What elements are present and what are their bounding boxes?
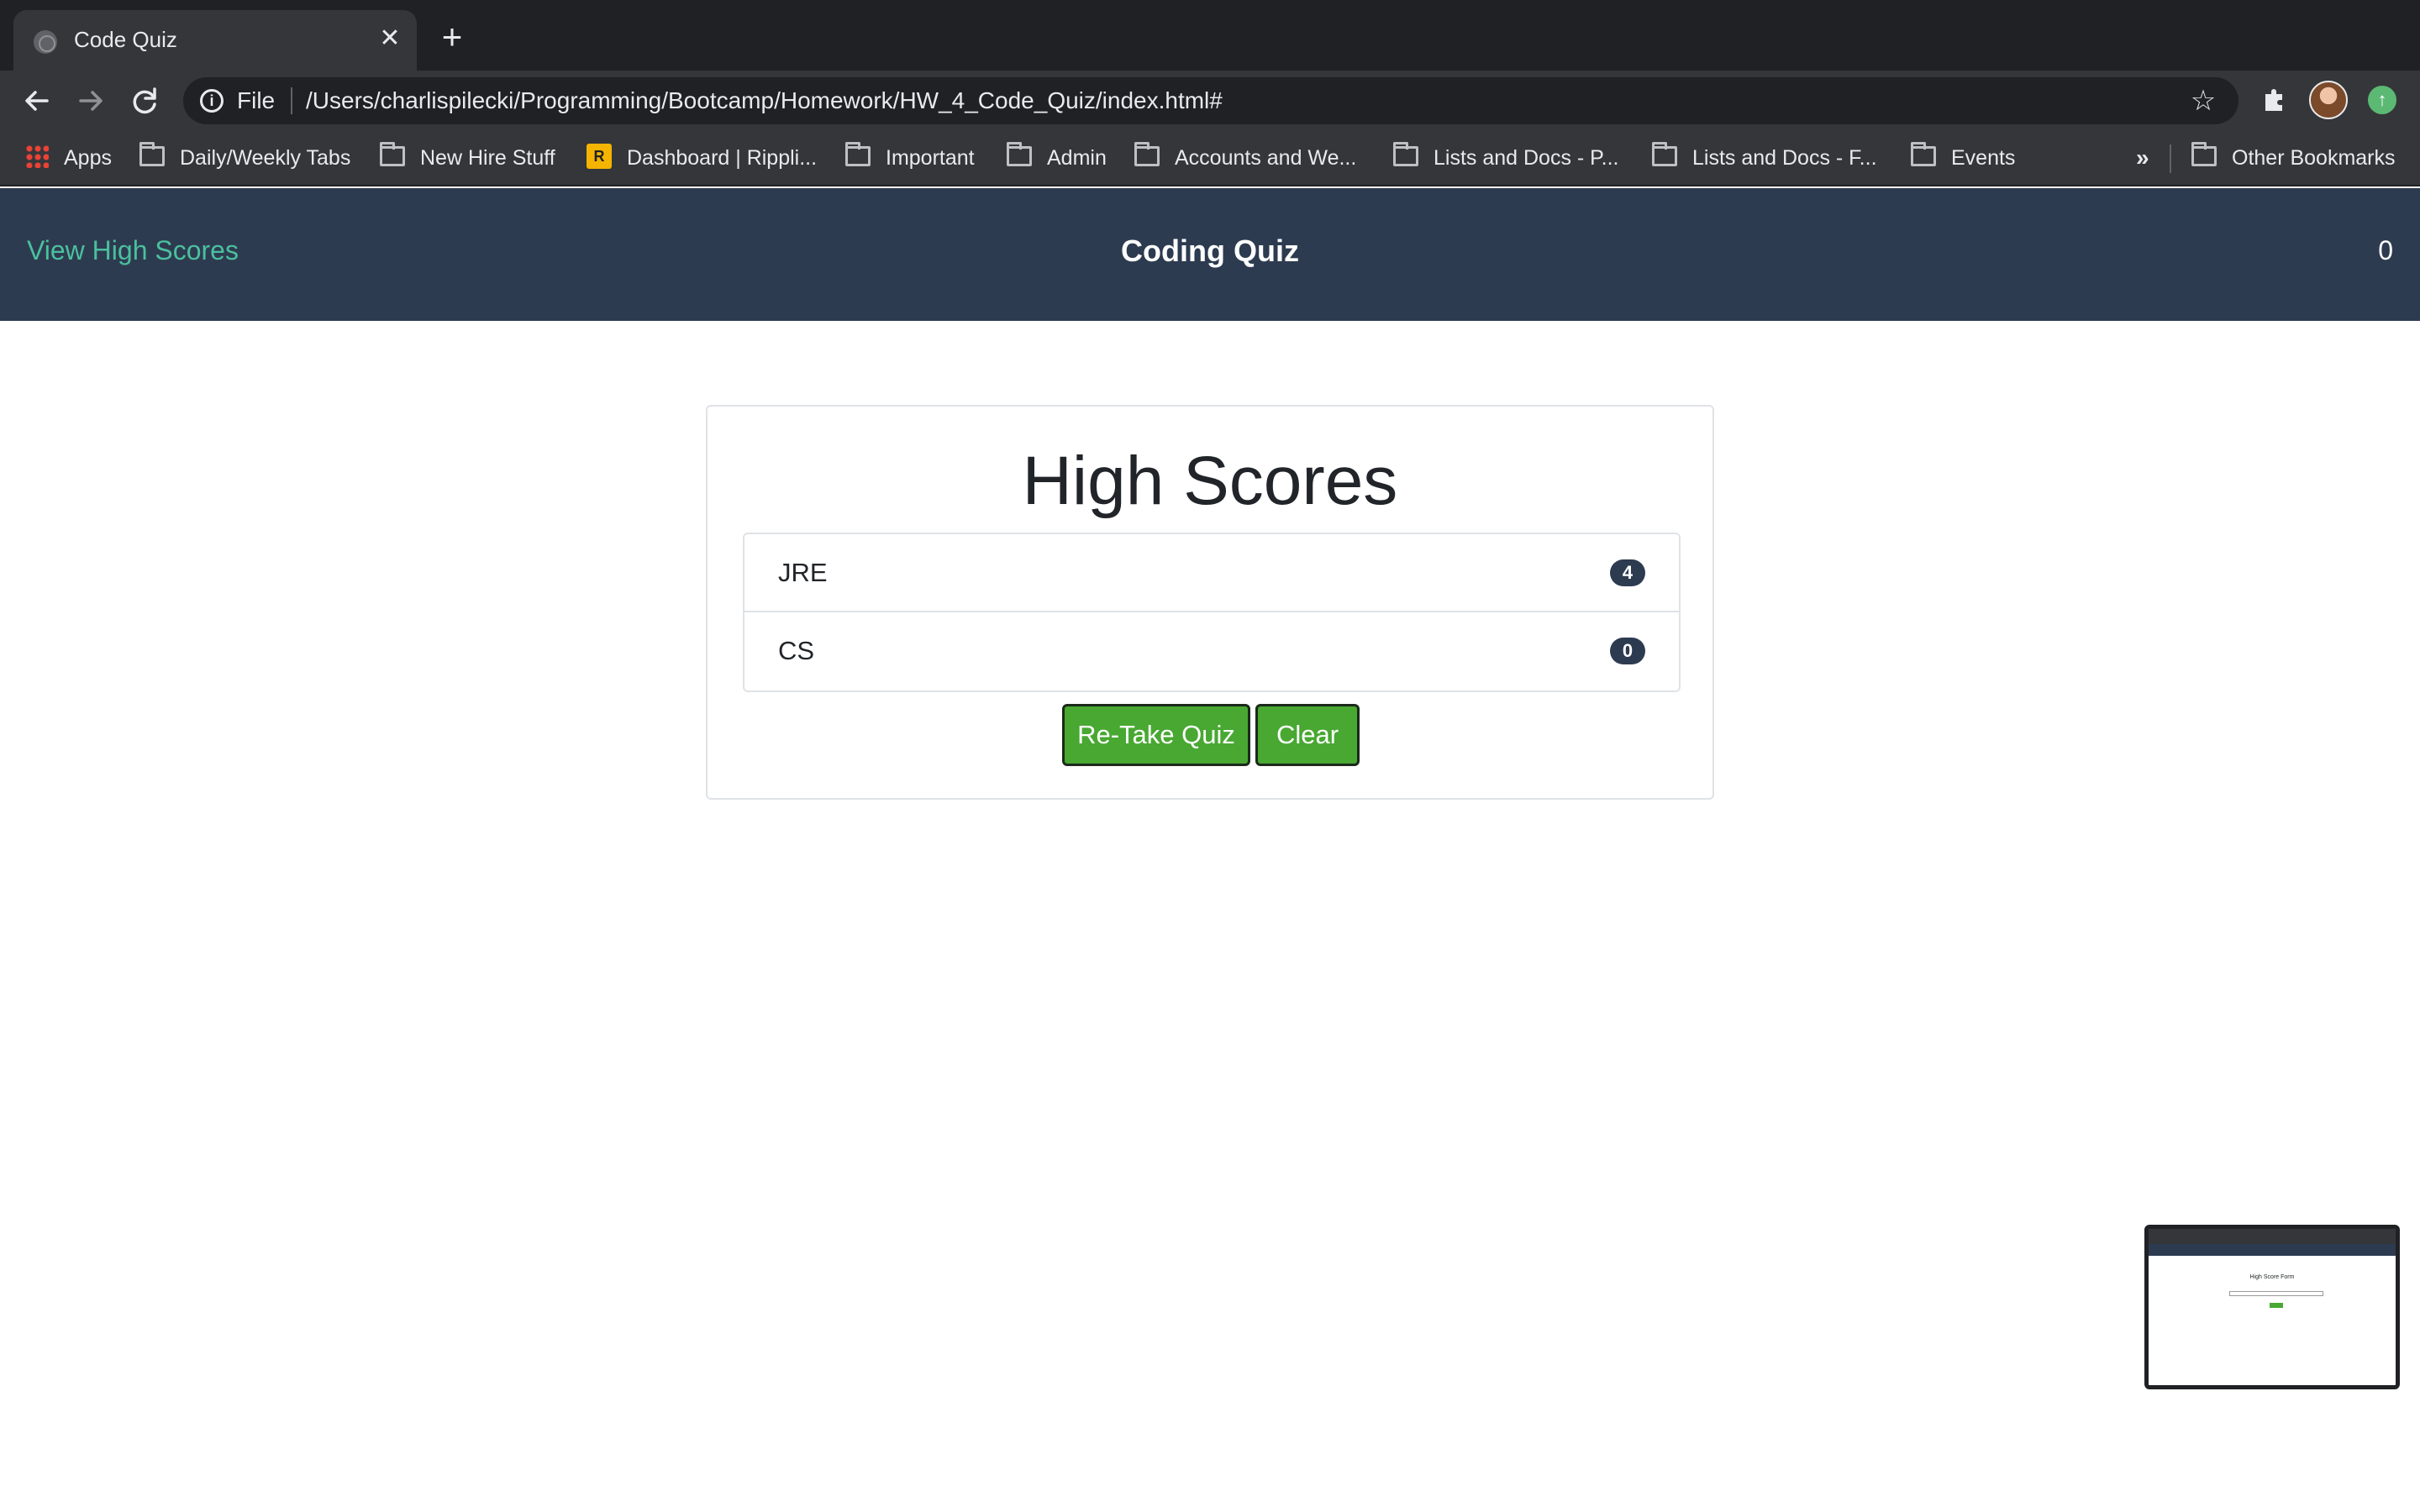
file-scheme-label: File: [237, 87, 276, 113]
bookmark-label: Events: [1951, 146, 2016, 170]
list-item: CS 0: [744, 612, 1679, 690]
folder-icon: [1652, 142, 1677, 167]
folder-icon: [845, 142, 871, 167]
bookmark-star-icon[interactable]: ☆: [2188, 86, 2218, 116]
high-scores-card: High Scores JRE 4 CS 0 Re-Take Quiz Clea…: [706, 405, 1714, 800]
ripple-logo-icon: R: [587, 144, 612, 170]
browser-tab-strip: Code Quiz ✕ +: [0, 0, 2420, 71]
bookmark-label: New Hire Stuff: [420, 146, 555, 170]
bookmarks-bar: Apps Daily/Weekly Tabs New Hire Stuff RD…: [0, 131, 2420, 186]
thumbnail-input: [2229, 1291, 2323, 1296]
folder-icon: [139, 142, 165, 167]
bookmark-daily-weekly-tabs[interactable]: Daily/Weekly Tabs: [139, 142, 351, 173]
timer-value: 0: [2378, 235, 2393, 265]
close-tab-icon[interactable]: ✕: [373, 22, 407, 55]
screenshot-thumbnail[interactable]: High Score Form: [2144, 1225, 2400, 1389]
bookmark-label: Dashboard | Rippli...: [627, 146, 818, 170]
list-item: JRE 4: [744, 534, 1679, 612]
back-arrow-icon[interactable]: [17, 81, 57, 121]
thumbnail-browser-chrome: [2149, 1229, 2396, 1244]
update-icon[interactable]: ↑: [2368, 86, 2396, 114]
address-divider: [291, 87, 292, 114]
info-icon[interactable]: i: [200, 89, 224, 113]
high-scores-list: JRE 4 CS 0: [743, 533, 1681, 692]
profile-avatar[interactable]: [2309, 81, 2348, 119]
globe-icon: [34, 30, 57, 54]
bookmark-label: Lists and Docs - P...: [1434, 146, 1619, 170]
bookmark-important[interactable]: Important: [845, 142, 975, 173]
bookmark-label: Apps: [64, 146, 112, 170]
folder-icon: [380, 142, 405, 167]
bookmark-label: Lists and Docs - F...: [1692, 146, 1877, 170]
extensions-puzzle-icon[interactable]: [2259, 82, 2292, 116]
folder-icon: [1134, 142, 1160, 167]
score-badge: 4: [1610, 559, 1645, 586]
bookmark-dashboard-ripplin[interactable]: R Dashboard | Rippli...: [587, 143, 817, 173]
folder-icon: [2191, 142, 2217, 167]
more-bookmarks-chevron-icon[interactable]: »: [2136, 143, 2149, 173]
bookmark-accounts[interactable]: Accounts and We...: [1134, 142, 1357, 173]
thumbnail-header: [2149, 1244, 2396, 1256]
score-badge: 0: [1610, 638, 1645, 664]
thumbnail-button: [2270, 1303, 2283, 1308]
apps-grid-icon: [25, 144, 49, 169]
bookmark-label: Accounts and We...: [1175, 146, 1357, 170]
bookmark-label: Admin: [1047, 146, 1107, 170]
thumbnail-title: High Score Form: [2249, 1274, 2295, 1280]
bookmark-other-bookmarks[interactable]: Other Bookmarks: [2191, 142, 2396, 173]
bookmark-new-hire-stuff[interactable]: New Hire Stuff: [380, 142, 555, 173]
bookmark-admin[interactable]: Admin: [1007, 142, 1107, 173]
bookmark-label: Daily/Weekly Tabs: [180, 146, 351, 170]
bookmark-label: Important: [886, 146, 975, 170]
retake-quiz-button[interactable]: Re-Take Quiz: [1062, 704, 1250, 766]
bookmark-lists-docs-p[interactable]: Lists and Docs - P...: [1393, 142, 1619, 173]
url-text[interactable]: /Users/charlispilecki/Programming/Bootca…: [306, 87, 1223, 114]
tab-title: Code Quiz: [74, 27, 177, 52]
bookmark-lists-docs-f[interactable]: Lists and Docs - F...: [1652, 142, 1877, 173]
forward-arrow-icon[interactable]: [71, 81, 111, 121]
folder-icon: [1911, 142, 1936, 167]
reload-icon[interactable]: [124, 81, 165, 121]
quiz-header: View High Scores Coding Quiz 0: [0, 188, 2420, 321]
score-initials: CS: [778, 636, 815, 665]
bookmark-apps[interactable]: Apps: [25, 143, 112, 173]
bookmark-label: Other Bookmarks: [2232, 146, 2396, 170]
clear-button[interactable]: Clear: [1255, 704, 1360, 766]
browser-toolbar: i File /Users/charlispilecki/Programming…: [0, 71, 2420, 131]
bookmarks-divider: [2170, 144, 2171, 173]
score-initials: JRE: [778, 558, 828, 587]
new-tab-button[interactable]: +: [434, 19, 471, 57]
bookmark-events[interactable]: Events: [1911, 142, 2016, 173]
address-bar[interactable]: i File /Users/charlispilecki/Programming…: [183, 77, 2238, 124]
high-scores-title: High Scores: [1022, 443, 1398, 519]
folder-icon: [1393, 142, 1418, 167]
folder-icon: [1007, 142, 1032, 167]
page-title: Coding Quiz: [1121, 234, 1299, 268]
browser-tab[interactable]: Code Quiz ✕: [13, 10, 417, 71]
